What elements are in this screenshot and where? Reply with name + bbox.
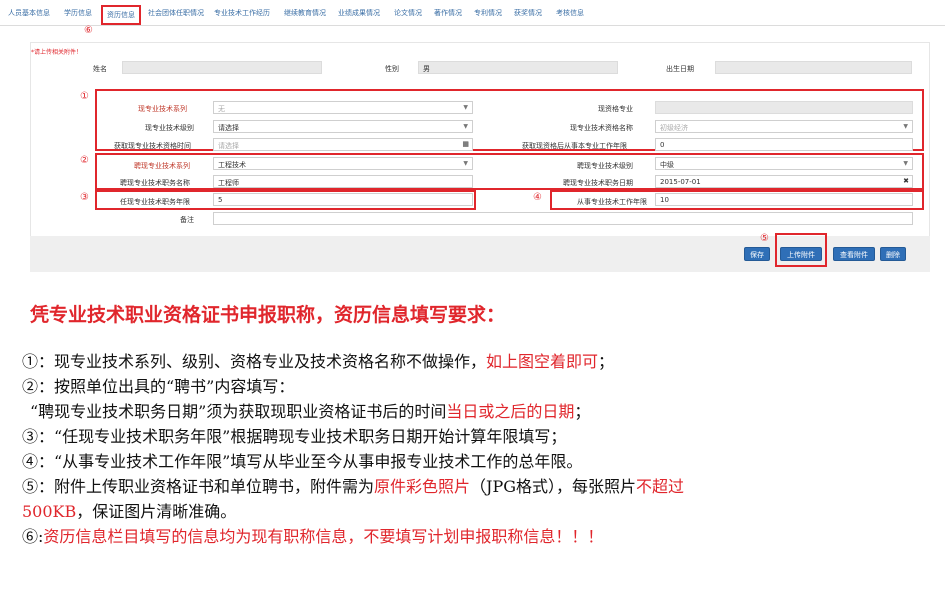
tab-awards[interactable]: 获奖情况 — [514, 8, 542, 18]
instruction-line-7: 500KB，保证图片清晰准确。 — [22, 498, 236, 522]
current-major-label: 现资格专业 — [598, 105, 633, 113]
series-label: 现专业技术系列 — [138, 105, 187, 113]
instruction-7-text: ，保证图片清晰准确。 — [76, 502, 237, 521]
attachment-hint: *请上传相关附件！ — [31, 49, 83, 56]
step-marker-1: ① — [80, 91, 89, 102]
instruction-1-end: ； — [598, 352, 615, 371]
hire-level-select[interactable]: 中级 ▼ — [655, 157, 913, 170]
hire-title-label: 聘现专业技术职务名称 — [120, 179, 190, 187]
hire-level-label: 聘现专业技术级别 — [577, 162, 633, 170]
hire-title-input[interactable]: 工程师 — [213, 175, 473, 188]
instruction-line-3: “聘现专业技术职务日期”须为获取现职业资格证书后的时间当日或之后的日期； — [30, 398, 590, 422]
work-years-label: 从事专业技术工作年限 — [577, 198, 647, 206]
qual-time-value: 请选择 — [218, 142, 239, 150]
instruction-3-highlight: 当日或之后的日期 — [446, 402, 575, 421]
instruction-1-highlight: 如上图空着即可 — [486, 352, 599, 371]
tab-social-groups[interactable]: 社会团体任职情况 — [148, 8, 204, 18]
current-major-field — [655, 101, 913, 114]
series-value: 无 — [218, 105, 225, 113]
upload-attachment-button[interactable]: 上传附件 — [780, 247, 822, 261]
step-marker-5: ⑤ — [760, 233, 769, 244]
hire-date-label: 聘现专业技术职务日期 — [563, 179, 633, 187]
instruction-3-text: “聘现专业技术职务日期”须为获取现职业资格证书后的时间 — [30, 402, 447, 421]
delete-button[interactable]: 删除 — [880, 247, 906, 261]
chevron-down-icon: ▼ — [903, 160, 908, 167]
name-label: 姓名 — [93, 65, 107, 73]
step-marker-2: ② — [80, 155, 89, 166]
name-field — [122, 61, 322, 74]
work-years-input[interactable]: 10 — [655, 193, 913, 206]
instruction-6-text: ⑤：附件上传职业资格证书和单位聘书，附件需为 — [22, 477, 375, 496]
birth-date-label: 出生日期 — [666, 65, 694, 73]
term-input[interactable]: 5 — [213, 193, 473, 206]
hire-series-select[interactable]: 工程技术 ▼ — [213, 157, 473, 170]
instruction-6-limit: 不超过 — [636, 477, 685, 496]
save-button[interactable]: 保存 — [744, 247, 770, 261]
hire-series-label: 聘现专业技术系列 — [134, 162, 190, 170]
view-attachment-button[interactable]: 查看附件 — [833, 247, 875, 261]
tab-assessment[interactable]: 考核信息 — [556, 8, 584, 18]
instruction-line-5: ④：“从事专业技术工作年限”填写从毕业至今从事申报专业技术工作的总年限。 — [22, 452, 583, 471]
tab-papers[interactable]: 论文情况 — [394, 8, 422, 18]
years-after-label: 获取现资格后从事本专业工作年限 — [522, 142, 627, 150]
calendar-icon[interactable]: ▦ — [462, 140, 469, 148]
clear-icon[interactable]: ✖ — [903, 177, 909, 185]
level-value: 请选择 — [218, 124, 239, 132]
chevron-down-icon: ▼ — [903, 123, 908, 130]
hire-series-value: 工程技术 — [218, 161, 246, 169]
qual-name-label: 现专业技术资格名称 — [570, 124, 633, 132]
tab-personal-info[interactable]: 人员基本信息 — [8, 8, 50, 18]
instruction-3-end: ； — [574, 402, 591, 421]
instruction-1-text: ①：现专业技术系列、级别、资格专业及技术资格名称不做操作， — [22, 352, 487, 371]
tab-continuing-education[interactable]: 继续教育情况 — [284, 8, 326, 18]
qual-name-value: 初级经济 — [660, 124, 688, 132]
instruction-line-1: ①：现专业技术系列、级别、资格专业及技术资格名称不做操作，如上图空着即可； — [22, 348, 614, 372]
tab-education[interactable]: 学历信息 — [64, 8, 92, 18]
chevron-down-icon: ▼ — [463, 123, 468, 130]
remark-label: 备注 — [180, 216, 194, 224]
birth-date-field — [715, 61, 912, 74]
instruction-line-6: ⑤：附件上传职业资格证书和单位聘书，附件需为原件彩色照片（JPG格式），每张照片… — [22, 473, 684, 497]
hire-date-value: 2015-07-01 — [660, 178, 701, 186]
tab-achievements[interactable]: 业绩成果情况 — [338, 8, 380, 18]
term-label: 任现专业技术职务年限 — [120, 198, 190, 206]
tab-work-experience[interactable]: 专业技术工作经历 — [214, 8, 270, 18]
instruction-8-prefix: ⑥: — [22, 527, 44, 546]
tab-books[interactable]: 著作情况 — [434, 8, 462, 18]
series-select[interactable]: 无 ▼ — [213, 101, 473, 114]
instruction-7-size: 500KB — [22, 502, 77, 521]
hire-date-input[interactable]: 2015-07-01 ✖ — [655, 175, 913, 188]
instruction-line-8: ⑥:资历信息栏目填写的信息均为现有职称信息，不要填写计划申报职称信息！！！ — [22, 523, 603, 547]
qual-time-input[interactable]: 请选择 ▦ — [213, 138, 473, 151]
instruction-line-4: ③：“任现专业技术职务年限”根据聘现专业技术职务日期开始计算年限填写； — [22, 427, 567, 446]
step-marker-6: ⑥ — [84, 25, 93, 36]
chevron-down-icon: ▼ — [463, 104, 468, 111]
tab-patents[interactable]: 专利情况 — [474, 8, 502, 18]
instruction-6-highlight: 原件彩色照片 — [374, 477, 471, 496]
years-after-input[interactable]: 0 — [655, 138, 913, 151]
gender-label: 性别 — [385, 65, 399, 73]
gender-field: 男 — [418, 61, 618, 74]
qual-name-select[interactable]: 初级经济 ▼ — [655, 120, 913, 133]
qual-time-label: 获取现专业技术资格时间 — [114, 142, 191, 150]
level-label: 现专业技术级别 — [145, 124, 194, 132]
instructions-heading: 凭专业技术职业资格证书申报职称，资历信息填写要求： — [30, 304, 506, 326]
level-select[interactable]: 请选择 ▼ — [213, 120, 473, 133]
remark-input[interactable] — [213, 212, 913, 225]
tab-qualification[interactable]: 资历信息 — [101, 5, 141, 25]
instruction-8-highlight: 资历信息栏目填写的信息均为现有职称信息，不要填写计划申报职称信息！！！ — [43, 527, 604, 546]
instruction-line-2: ②：按照单位出具的“聘书”内容填写： — [22, 377, 295, 396]
step-marker-3: ③ — [80, 192, 89, 203]
tab-bar: 人员基本信息 学历信息 资历信息 社会团体任职情况 专业技术工作经历 继续教育情… — [0, 0, 945, 26]
step-marker-4: ④ — [533, 192, 542, 203]
hire-level-value: 中级 — [660, 161, 674, 169]
instruction-6-mid: （JPG格式），每张照片 — [470, 477, 636, 496]
chevron-down-icon: ▼ — [463, 160, 468, 167]
